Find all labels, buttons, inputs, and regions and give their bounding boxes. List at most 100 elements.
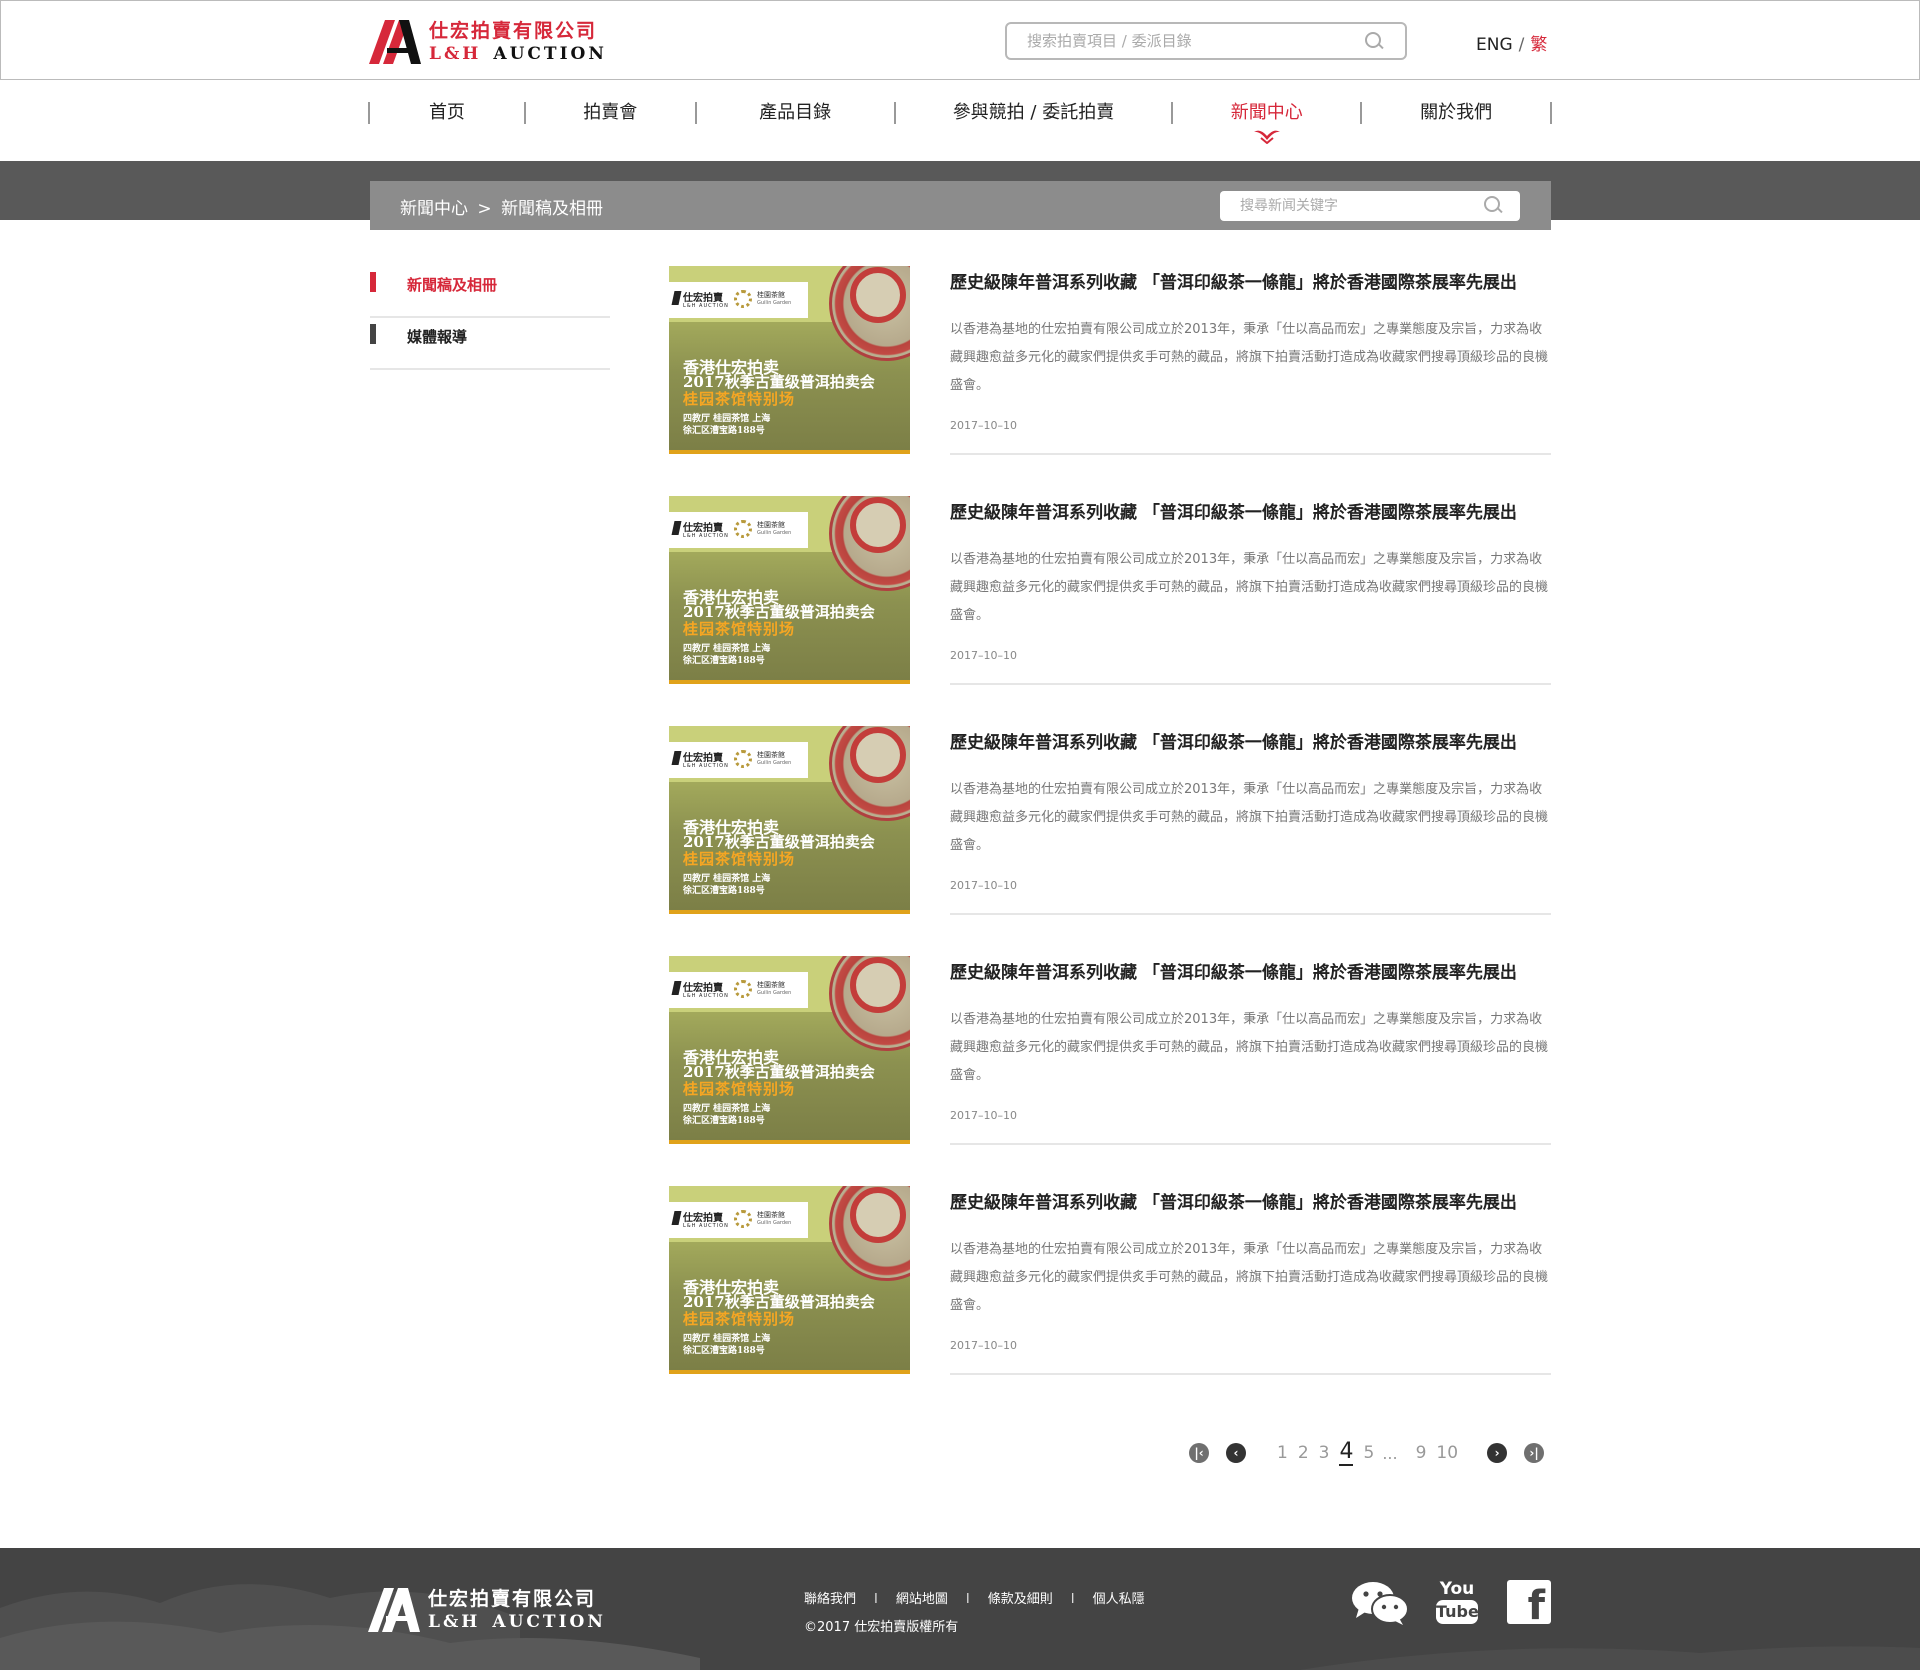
youtube-icon[interactable]: You Tube bbox=[1436, 1580, 1479, 1626]
article-date: 2017–10–10 bbox=[950, 879, 1017, 892]
logo-english-name: L&H AUCTION bbox=[429, 43, 607, 64]
page-number[interactable]: 5 bbox=[1363, 1443, 1374, 1463]
sidebar-marker bbox=[370, 272, 376, 292]
article-item[interactable]: 仕宏拍賣 L&H AUCTION 桂園茶館 Guilin Garden 香港仕宏… bbox=[669, 956, 1551, 1146]
prev-page-icon[interactable]: ‹ bbox=[1226, 1443, 1246, 1463]
lh-logo-mark-icon bbox=[368, 1588, 420, 1632]
wechat-icon[interactable] bbox=[1351, 1580, 1409, 1626]
thumbnail-address: 徐汇区漕宝路188号 bbox=[683, 426, 765, 436]
article-title[interactable]: 歷史級陳年普洱系列收藏 「普洱印級茶一條龍」將於香港國際茶展率先展出 bbox=[950, 498, 1517, 523]
article-date: 2017–10–10 bbox=[950, 419, 1017, 432]
nav-item-auctions[interactable]: 拍賣會 bbox=[526, 98, 695, 128]
next-page-icon[interactable]: › bbox=[1487, 1443, 1508, 1463]
article-item[interactable]: 仕宏拍賣 L&H AUCTION 桂園茶館 Guilin Garden 香港仕宏… bbox=[669, 1186, 1551, 1376]
article-thumbnail[interactable]: 仕宏拍賣 L&H AUCTION 桂園茶館 Guilin Garden 香港仕宏… bbox=[669, 726, 910, 914]
last-page-icon[interactable]: ›| bbox=[1524, 1443, 1545, 1463]
sidebar-item-media-coverage[interactable]: 媒體報導 bbox=[370, 318, 610, 370]
site-footer: 仕宏拍賣有限公司 L&H AUCTION 聯絡我們 I 網站地圖 I 條款及細則 I 個人私隱… bbox=[0, 1548, 1920, 1670]
nav-item-news[interactable]: 新聞中心 bbox=[1173, 98, 1360, 144]
mountain-landscape-background bbox=[0, 1584, 1920, 1670]
article-date: 2017–10–10 bbox=[950, 1339, 1017, 1352]
main-nav: 首页 拍賣會 產品目錄 參與競拍 / 委託拍賣 新聞中心 關於我們 bbox=[368, 98, 1553, 144]
search-icon[interactable] bbox=[1484, 196, 1502, 214]
guilin-garden-logo-icon bbox=[734, 290, 752, 308]
guilin-garden-logo-icon bbox=[734, 750, 752, 768]
article-title[interactable]: 歷史級陳年普洱系列收藏 「普洱印級茶一條龍」將於香港國際茶展率先展出 bbox=[950, 1188, 1517, 1213]
language-switcher: ENG / 繁 bbox=[1476, 30, 1547, 55]
lang-english-link[interactable]: ENG bbox=[1476, 35, 1513, 55]
footer-link-privacy[interactable]: 個人私隱 bbox=[1093, 1592, 1145, 1607]
thumbnail-logos: 仕宏拍賣 L&H AUCTION 桂園茶館 Guilin Garden bbox=[669, 512, 808, 548]
sidebar-item-label: 媒體報導 bbox=[407, 328, 468, 346]
breadcrumb-current: 新聞稿及相冊 bbox=[501, 199, 604, 219]
breadcrumb-separator: > bbox=[477, 199, 492, 219]
first-page-icon[interactable]: |‹ bbox=[1189, 1443, 1209, 1463]
thumbnail-special-session: 桂园茶馆特别场 bbox=[683, 390, 796, 408]
nav-item-home[interactable]: 首页 bbox=[370, 98, 524, 128]
news-search-input[interactable] bbox=[1240, 191, 1480, 221]
breadcrumb-bar: 新聞中心 > 新聞稿及相冊 bbox=[370, 181, 1551, 230]
pagination: |‹ ‹ 1 2 3 4 5 ... 9 10 › ›| bbox=[1189, 1440, 1545, 1466]
article-excerpt: 以香港為基地的仕宏拍賣有限公司成立於2013年，秉承「仕以高品而宏」之專業態度及… bbox=[950, 1012, 1549, 1083]
article-divider bbox=[950, 913, 1551, 915]
article-thumbnail[interactable]: 仕宏拍賣 L&H AUCTION 桂園茶館 Guilin Garden 香港仕宏… bbox=[669, 956, 910, 1144]
site-header: 仕宏拍賣有限公司 L&HAUCTION ENG/繁 bbox=[0, 0, 1920, 80]
article-divider bbox=[950, 1143, 1551, 1145]
article-title[interactable]: 歷史級陳年普洱系列收藏 「普洱印級茶一條龍」將於香港國際茶展率先展出 bbox=[950, 728, 1517, 753]
article-item[interactable]: 仕宏拍賣 L&H AUCTION 桂園茶館 Guilin Garden 香港仕宏… bbox=[669, 266, 1551, 456]
sidebar-marker bbox=[370, 324, 376, 344]
logo-chinese-name: 仕宏拍賣有限公司 bbox=[429, 19, 598, 42]
news-search-box bbox=[1220, 191, 1520, 221]
nav-item-about[interactable]: 關於我們 bbox=[1362, 98, 1550, 128]
footer-link-sitemap[interactable]: 網站地圖 bbox=[896, 1592, 948, 1607]
thumbnail-logos: 仕宏拍賣 L&H AUCTION 桂園茶館 Guilin Garden bbox=[669, 742, 808, 778]
nav-item-catalogue[interactable]: 產品目錄 bbox=[697, 98, 894, 128]
news-sidebar: 新聞稿及相冊 媒體報導 bbox=[370, 266, 610, 370]
lang-separator: / bbox=[1518, 35, 1525, 55]
guilin-garden-logo-icon bbox=[734, 1210, 752, 1228]
guilin-garden-logo-icon bbox=[734, 980, 752, 998]
page-number[interactable]: 9 bbox=[1416, 1443, 1427, 1463]
footer-logo-chinese-name: 仕宏拍賣有限公司 bbox=[428, 1587, 597, 1610]
page-number[interactable]: 2 bbox=[1298, 1443, 1309, 1463]
site-logo[interactable]: 仕宏拍賣有限公司 L&H AUCTION bbox=[369, 19, 609, 65]
page-number-current[interactable]: 4 bbox=[1339, 1440, 1354, 1466]
article-title[interactable]: 歷史級陳年普洱系列收藏 「普洱印級茶一條龍」將於香港國際茶展率先展出 bbox=[950, 958, 1517, 983]
thumbnail-special-session: 桂园茶馆特别场 bbox=[683, 1310, 796, 1328]
breadcrumb-parent-link[interactable]: 新聞中心 bbox=[400, 199, 468, 219]
page-number[interactable]: 3 bbox=[1319, 1443, 1330, 1463]
article-item[interactable]: 仕宏拍賣 L&H AUCTION 桂園茶館 Guilin Garden 香港仕宏… bbox=[669, 726, 1551, 916]
thumbnail-address: 徐汇区漕宝路188号 bbox=[683, 886, 765, 896]
breadcrumb: 新聞中心 > 新聞稿及相冊 bbox=[400, 194, 603, 219]
thumbnail-address: 徐汇区漕宝路188号 bbox=[683, 1346, 765, 1356]
page-number[interactable]: 10 bbox=[1436, 1443, 1458, 1463]
active-ornament-icon bbox=[1253, 130, 1280, 144]
article-date: 2017–10–10 bbox=[950, 649, 1017, 662]
footer-copyright: ©2017 仕宏拍賣版權所有 bbox=[804, 1620, 959, 1635]
article-date: 2017–10–10 bbox=[950, 1109, 1017, 1122]
sidebar-item-press-releases[interactable]: 新聞稿及相冊 bbox=[370, 266, 610, 318]
article-thumbnail[interactable]: 仕宏拍賣 L&H AUCTION 桂園茶館 Guilin Garden 香港仕宏… bbox=[669, 266, 910, 454]
nav-item-bid-consign[interactable]: 參與競拍 / 委託拍賣 bbox=[896, 98, 1172, 128]
thumbnail-address: 徐汇区漕宝路188号 bbox=[683, 656, 765, 666]
article-divider bbox=[950, 453, 1551, 455]
article-title[interactable]: 歷史級陳年普洱系列收藏 「普洱印級茶一條龍」將於香港國際茶展率先展出 bbox=[950, 268, 1517, 293]
auction-search-input[interactable] bbox=[1027, 24, 1357, 58]
sidebar-item-label: 新聞稿及相冊 bbox=[407, 276, 498, 294]
article-thumbnail[interactable]: 仕宏拍賣 L&H AUCTION 桂園茶館 Guilin Garden 香港仕宏… bbox=[669, 496, 910, 684]
lh-logo-mark-icon bbox=[369, 20, 421, 64]
article-item[interactable]: 仕宏拍賣 L&H AUCTION 桂園茶館 Guilin Garden 香港仕宏… bbox=[669, 496, 1551, 686]
search-icon[interactable] bbox=[1365, 32, 1383, 50]
facebook-icon[interactable]: f bbox=[1507, 1580, 1551, 1628]
thumbnail-logos: 仕宏拍賣 L&H AUCTION 桂園茶館 Guilin Garden bbox=[669, 972, 808, 1008]
footer-link-contact[interactable]: 聯絡我們 bbox=[804, 1592, 856, 1607]
article-divider bbox=[950, 1373, 1551, 1375]
page-number[interactable]: 1 bbox=[1277, 1443, 1288, 1463]
footer-logo[interactable]: 仕宏拍賣有限公司 L&H AUCTION bbox=[368, 1588, 606, 1632]
thumbnail-special-session: 桂园茶馆特别场 bbox=[683, 850, 796, 868]
footer-link-terms[interactable]: 條款及細則 bbox=[988, 1592, 1053, 1607]
footer-logo-english-name: L&H AUCTION bbox=[428, 1611, 606, 1632]
thumbnail-special-session: 桂园茶馆特别场 bbox=[683, 620, 796, 638]
lang-traditional-link[interactable]: 繁 bbox=[1530, 35, 1547, 55]
article-thumbnail[interactable]: 仕宏拍賣 L&H AUCTION 桂園茶館 Guilin Garden 香港仕宏… bbox=[669, 1186, 910, 1374]
